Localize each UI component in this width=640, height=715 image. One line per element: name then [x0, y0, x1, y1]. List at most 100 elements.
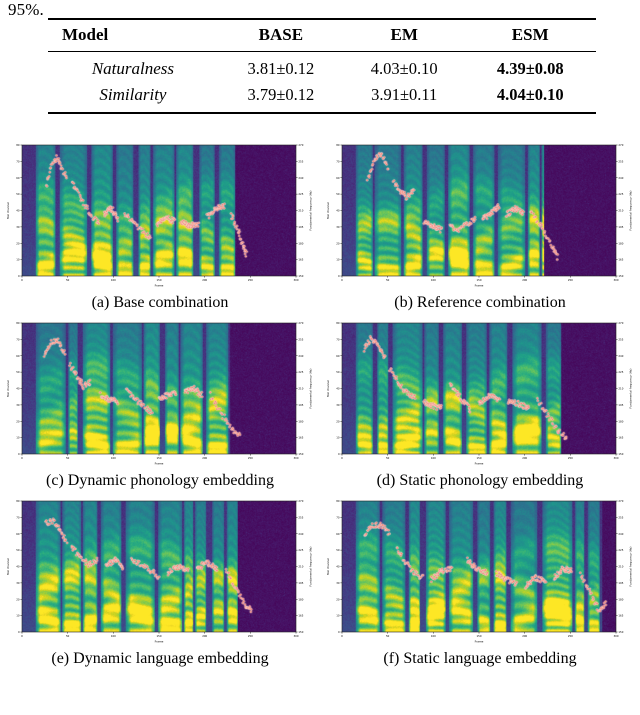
y2-tick-label: 255: [618, 515, 623, 519]
x-tick-label: 300: [294, 634, 299, 638]
x-tick-label: 150: [477, 456, 482, 460]
y2-tick-label: 180: [618, 419, 623, 423]
y2-tick-label: 195: [298, 403, 303, 407]
y2-tick-label: 180: [298, 597, 303, 601]
y-tick-label: 20: [336, 241, 340, 245]
y-tick-label: 50: [16, 192, 20, 196]
cell-naturalness-em: 4.03±0.10: [370, 59, 438, 78]
spectrogram-plot-b: 0 50 100 150 200 250 300 Frame 0 10 20 30 40 50 60 70 80…: [322, 140, 638, 292]
x-tick-label: 300: [294, 278, 299, 282]
y2-tick-label: 270: [618, 143, 623, 147]
y2-tick-label: 165: [298, 614, 303, 618]
y2-tick-label: 195: [618, 225, 623, 229]
y-axis-label: Mel channel: [326, 202, 330, 219]
y2-tick-label: 210: [618, 387, 623, 391]
y-tick-label: 70: [16, 337, 20, 341]
y-tick-label: 40: [336, 387, 340, 391]
y-axis-label: Mel channel: [6, 558, 10, 575]
y-tick-label: 50: [336, 192, 340, 196]
spectrogram-plot-e: 0 50 100 150 200 250 300 Frame 0 10 20 30 40 50 60 70 80…: [2, 496, 318, 648]
x-tick-label: 100: [111, 456, 116, 460]
x-tick-label: 100: [431, 634, 436, 638]
plot-svg: 0 50 100 150 200 250 300 Frame 0 10 20 30 40 50 60 70 80…: [6, 143, 313, 288]
x-tick-label: 50: [386, 634, 390, 638]
x-tick-label: 50: [386, 456, 390, 460]
y2-tick-label: 210: [298, 387, 303, 391]
y-tick-label: 40: [336, 565, 340, 569]
y2-tick-label: 255: [298, 337, 303, 341]
spectrogram-image: [342, 501, 616, 632]
y2-tick-label: 210: [298, 565, 303, 569]
figure-grid: 0 50 100 150 200 250 300 Frame 0 10 20 30 40 50 60 70 80…: [0, 140, 640, 674]
y-axis-label: Mel channel: [6, 202, 10, 219]
y2-axis-label: Fundamental frequency (Hz): [629, 191, 633, 231]
y-tick-label: 80: [336, 143, 340, 147]
y2-tick-label: 180: [618, 597, 623, 601]
y2-tick-label: 225: [298, 192, 303, 196]
y2-tick-label: 150: [298, 630, 303, 634]
plot-svg: 0 50 100 150 200 250 300 Frame 0 10 20 30 40 50 60 70 80…: [6, 321, 313, 466]
y2-tick-label: 240: [298, 532, 303, 536]
y2-tick-label: 255: [618, 337, 623, 341]
cell-similarity-esm: 4.04±0.10: [496, 85, 564, 104]
spectrogram-plot-d: 0 50 100 150 200 250 300 Frame 0 10 20 30 40 50 60 70 80…: [322, 318, 638, 470]
plot-svg: 0 50 100 150 200 250 300 Frame 0 10 20 30 40 50 60 70 80…: [326, 321, 633, 466]
y-tick-label: 30: [16, 403, 20, 407]
figure-caption-d: (d) Static phonology embedding: [376, 472, 584, 489]
y2-tick-label: 225: [618, 192, 623, 196]
x-tick-label: 250: [248, 278, 253, 282]
y2-tick-label: 270: [298, 321, 303, 325]
y2-tick-label: 180: [298, 241, 303, 245]
y-tick-label: 60: [336, 532, 340, 536]
figure-row: 0 50 100 150 200 250 300 Frame 0 10 20 30 40 50 60 70 80…: [0, 318, 640, 496]
y2-tick-label: 150: [618, 452, 623, 456]
y2-tick-label: 165: [618, 436, 623, 440]
y-tick-label: 20: [16, 419, 20, 423]
y-tick-label: 50: [336, 548, 340, 552]
y2-tick-label: 225: [618, 548, 623, 552]
y-tick-label: 0: [338, 452, 340, 456]
y-tick-label: 70: [336, 515, 340, 519]
y2-tick-label: 195: [298, 581, 303, 585]
spectrogram-image: [22, 323, 296, 454]
y2-tick-label: 270: [298, 143, 303, 147]
x-axis-label: Frame: [155, 462, 164, 466]
cell-naturalness-base: 3.81±0.12: [247, 59, 315, 78]
y2-tick-label: 195: [618, 581, 623, 585]
x-tick-label: 200: [202, 456, 207, 460]
y-tick-label: 20: [16, 597, 20, 601]
x-tick-label: 300: [614, 634, 619, 638]
y2-tick-label: 255: [618, 159, 623, 163]
results-table: Model BASE EM ESM Naturalness 3.81±0.12 …: [48, 18, 596, 114]
y-tick-label: 60: [336, 176, 340, 180]
x-tick-label: 200: [202, 278, 207, 282]
x-tick-label: 300: [614, 456, 619, 460]
figure-panel-e: 0 50 100 150 200 250 300 Frame 0 10 20 30 40 50 60 70 80…: [0, 496, 320, 674]
figure-panel-a: 0 50 100 150 200 250 300 Frame 0 10 20 30 40 50 60 70 80…: [0, 140, 320, 318]
plot-svg: 0 50 100 150 200 250 300 Frame 0 10 20 30 40 50 60 70 80…: [6, 499, 313, 644]
y2-tick-label: 225: [298, 370, 303, 374]
x-tick-label: 50: [66, 278, 70, 282]
y-tick-label: 10: [336, 436, 340, 440]
x-tick-label: 100: [111, 278, 116, 282]
x-tick-label: 250: [568, 278, 573, 282]
y2-tick-label: 240: [298, 354, 303, 358]
x-axis-label: Frame: [475, 462, 484, 466]
y-tick-label: 10: [16, 258, 20, 262]
y2-tick-label: 165: [618, 258, 623, 262]
x-tick-label: 0: [21, 278, 23, 282]
y2-tick-label: 210: [618, 209, 623, 213]
column-header-base: BASE: [258, 25, 304, 44]
column-header-em: EM: [390, 25, 418, 44]
spectrogram-plot-a: 0 50 100 150 200 250 300 Frame 0 10 20 30 40 50 60 70 80…: [2, 140, 318, 292]
x-tick-label: 300: [294, 456, 299, 460]
cell-naturalness-esm: 4.39±0.08: [496, 59, 564, 78]
figure-caption-a: (a) Base combination: [91, 294, 229, 311]
x-axis-label: Frame: [155, 284, 164, 288]
y-tick-label: 50: [16, 370, 20, 374]
plot-svg: 0 50 100 150 200 250 300 Frame 0 10 20 30 40 50 60 70 80…: [326, 499, 633, 644]
paper-page: 95%. Model BASE EM ESM Naturalness 3.81±…: [0, 0, 640, 715]
y2-tick-label: 165: [298, 436, 303, 440]
x-axis-label: Frame: [475, 284, 484, 288]
x-tick-label: 150: [477, 278, 482, 282]
